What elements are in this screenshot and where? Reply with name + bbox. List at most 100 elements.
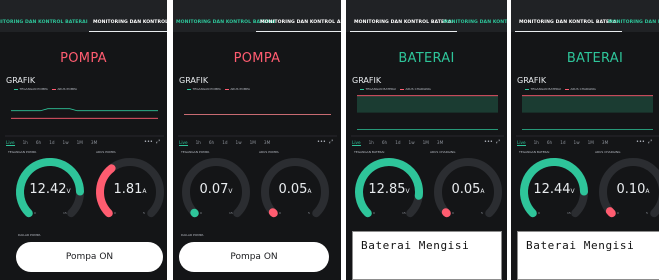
- tab-bar: MONITORING DAN KONTROL BATERAI MONITORIN…: [346, 0, 507, 32]
- period-3m[interactable]: 3M: [91, 140, 97, 145]
- switch-label: DAILAR POMPA: [181, 233, 204, 237]
- gauge-label-current: ARUS POMPA: [259, 150, 279, 154]
- series-area: [357, 95, 498, 113]
- tab-baterai[interactable]: ONITORING DAN KONTROL BATERAI: [0, 0, 88, 32]
- expand-icon[interactable]: ⤢: [329, 139, 333, 145]
- gauge-unit: V: [66, 188, 71, 195]
- tab-air[interactable]: MONITORING DAN KONTROL AIR: [256, 0, 341, 32]
- gauge-value: 1.81: [113, 182, 143, 197]
- period-selector: Live 1h 6h 1d 1w 1M 3M: [517, 140, 616, 146]
- gauge-unit: V: [570, 188, 575, 195]
- tab-air[interactable]: MONITORING DAN KONTROL AIR: [443, 0, 507, 32]
- chart-title: GRAFIK: [517, 76, 547, 85]
- gauge-min: 0: [452, 211, 454, 215]
- expand-icon[interactable]: ⤢: [496, 139, 500, 145]
- line-chart: [351, 95, 504, 137]
- period-1m[interactable]: 1M: [77, 140, 83, 145]
- pompa-on-button[interactable]: Pompa ON: [16, 242, 163, 272]
- gauge-value: 12.85: [368, 182, 406, 197]
- period-6h[interactable]: 6h: [36, 140, 41, 145]
- period-1h[interactable]: 1h: [196, 140, 201, 145]
- period-1h[interactable]: 1h: [369, 140, 374, 145]
- period-1d[interactable]: 1d: [395, 140, 400, 145]
- period-1m[interactable]: 1M: [250, 140, 256, 145]
- gauge-label-current: ARUS POMPA: [96, 150, 116, 154]
- period-selector: Live 1h 6h 1d 1w 1M 3M: [179, 140, 278, 146]
- voltage-gauge: 0.07V 0 15: [180, 156, 252, 228]
- screenshot-panel-baterai-2: MONITORING DAN KONTROL BATERAI MONITORIN…: [511, 0, 659, 280]
- page-title: POMPA: [233, 51, 281, 66]
- period-1w[interactable]: 1w: [236, 140, 242, 145]
- tab-air[interactable]: MONITORING DAN KONTROL AIR: [608, 0, 659, 32]
- period-3m[interactable]: 3M: [264, 140, 270, 145]
- gauge-max: 5: [646, 211, 648, 215]
- gauge-value: 0.10: [616, 182, 646, 197]
- period-1w[interactable]: 1w: [574, 140, 580, 145]
- gauge-max: 5: [308, 211, 310, 215]
- period-1w[interactable]: 1w: [409, 140, 415, 145]
- gauge-min: 0: [34, 211, 36, 215]
- period-live[interactable]: Live: [352, 140, 361, 146]
- expand-icon[interactable]: ⤢: [648, 139, 652, 145]
- gauge-max: 15: [229, 211, 233, 215]
- gauge-min: 0: [617, 211, 619, 215]
- gauge-max: 5: [143, 211, 145, 215]
- period-1m[interactable]: 1M: [423, 140, 429, 145]
- line-chart: [178, 114, 337, 137]
- gauge-min: 0: [373, 211, 375, 215]
- gauge-fill: [190, 208, 199, 218]
- voltage-gauge: 12.42V 0 15: [14, 156, 86, 228]
- gauge-value: 0.05: [451, 182, 481, 197]
- period-1d[interactable]: 1d: [222, 140, 227, 145]
- gauge-label-voltage: TEGANGAN POMPA: [8, 150, 37, 154]
- period-selector: Live 1h 6h 1d 1w 1M 3M: [352, 140, 451, 146]
- chart-title: GRAFIK: [352, 76, 382, 85]
- period-1d[interactable]: 1d: [49, 140, 54, 145]
- gauge-max: 15: [63, 211, 67, 215]
- tab-air[interactable]: MONITORING DAN KONTROL AIR: [89, 0, 167, 32]
- period-1d[interactable]: 1d: [560, 140, 565, 145]
- series-line: [11, 108, 158, 112]
- tab-baterai[interactable]: MONITORING DAN KONTROL BATERAI: [349, 0, 458, 32]
- period-6h[interactable]: 6h: [382, 140, 387, 145]
- voltage-gauge: 12.85V 0 15: [353, 156, 425, 228]
- screenshot-panel-pompa-2: MONITORING DAN KONTROL BATERAI MONITORIN…: [173, 0, 341, 280]
- page-title: BATERAI: [398, 51, 455, 66]
- chart-title: GRAFIK: [6, 76, 36, 85]
- period-1h[interactable]: 1h: [534, 140, 539, 145]
- period-1w[interactable]: 1w: [63, 140, 69, 145]
- gauge-unit: A: [307, 188, 312, 195]
- page-title: BATERAI: [566, 51, 624, 66]
- gauge-value: 12.44: [533, 182, 571, 197]
- period-6h[interactable]: 6h: [547, 140, 552, 145]
- period-1m[interactable]: 1M: [588, 140, 594, 145]
- tab-baterai[interactable]: MONITORING DAN KONTROL BATERAI: [514, 0, 623, 32]
- period-1h[interactable]: 1h: [23, 140, 28, 145]
- gauge-fill: [605, 207, 616, 218]
- more-dots-icon[interactable]: •••: [317, 139, 326, 145]
- period-3m[interactable]: 3M: [437, 140, 443, 145]
- gauge-label-voltage: TEGANGAN BATERAI: [519, 150, 550, 154]
- switch-label: DAILAR POMPA: [18, 233, 41, 237]
- series-area: [522, 95, 653, 113]
- period-3m[interactable]: 3M: [602, 140, 608, 145]
- gauge-min: 0: [538, 211, 540, 215]
- gauge-label-voltage: TEGANGAN BATERAI: [354, 150, 385, 154]
- gauge-unit: A: [480, 188, 485, 195]
- gauge-label-current: ARUS CHARGING: [595, 150, 621, 154]
- more-dots-icon[interactable]: •••: [144, 139, 153, 145]
- pompa-on-button[interactable]: Pompa ON: [179, 242, 329, 272]
- page-title: POMPA: [60, 51, 107, 66]
- gauge-fill: [268, 208, 278, 218]
- gauge-value: 0.05: [278, 182, 308, 197]
- tab-bar: MONITORING DAN KONTROL BATERAI MONITORIN…: [173, 0, 341, 32]
- period-6h[interactable]: 6h: [209, 140, 214, 145]
- expand-icon[interactable]: ⤢: [156, 139, 160, 145]
- period-live[interactable]: Live: [6, 140, 15, 146]
- gauge-unit: A: [645, 188, 650, 195]
- period-live[interactable]: Live: [517, 140, 526, 146]
- period-live[interactable]: Live: [179, 140, 188, 146]
- more-dots-icon[interactable]: •••: [484, 139, 493, 145]
- gauge-min: 0: [279, 211, 281, 215]
- more-dots-icon[interactable]: •••: [636, 139, 645, 145]
